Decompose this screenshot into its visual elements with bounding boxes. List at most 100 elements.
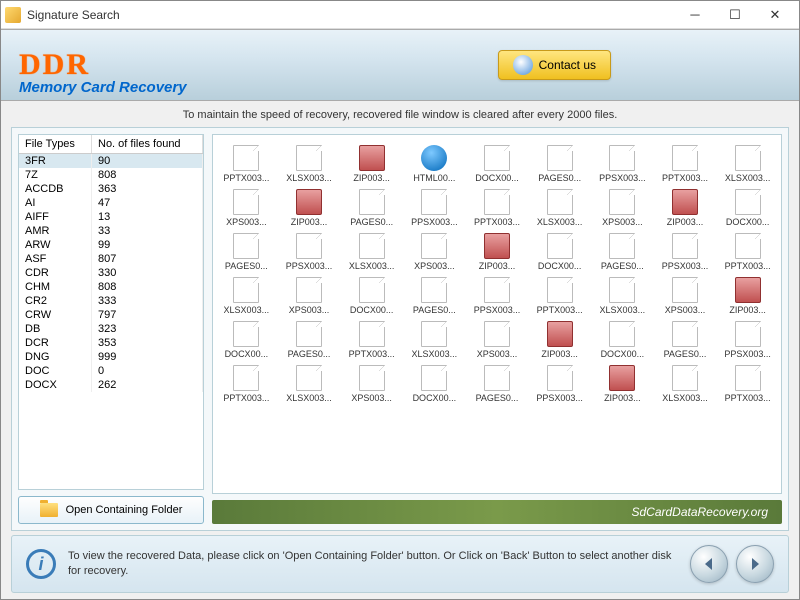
table-scroll[interactable]: File Types No. of files found 3FR907Z808…	[19, 135, 203, 489]
file-item[interactable]: ZIP003...	[656, 187, 715, 229]
file-item[interactable]: PPTX003...	[718, 363, 777, 405]
file-item[interactable]: XPS003...	[656, 275, 715, 317]
col-file-types[interactable]: File Types	[19, 135, 92, 154]
table-row[interactable]: DOC0	[19, 364, 203, 378]
file-item[interactable]: PAGES0...	[280, 319, 339, 361]
col-files-found[interactable]: No. of files found	[92, 135, 203, 154]
file-item[interactable]: PAGES0...	[656, 319, 715, 361]
file-name: XLSX003...	[600, 305, 646, 315]
table-row[interactable]: DCR353	[19, 336, 203, 350]
file-name: PPSX003...	[599, 173, 646, 183]
file-icon	[296, 365, 322, 391]
file-grid-panel[interactable]: PPTX003...XLSX003...ZIP003...HTML00...DO…	[212, 134, 782, 494]
file-icon	[609, 365, 635, 391]
file-name: PPTX003...	[662, 173, 708, 183]
file-icon	[735, 321, 761, 347]
file-item[interactable]: DOCX00...	[593, 319, 652, 361]
file-icon	[359, 145, 385, 171]
file-item[interactable]: DOCX00...	[217, 319, 276, 361]
table-row[interactable]: 3FR90	[19, 154, 203, 169]
file-item[interactable]: DOCX00...	[530, 231, 589, 273]
file-item[interactable]: PPTX003...	[217, 143, 276, 185]
table-row[interactable]: DB323	[19, 322, 203, 336]
file-item[interactable]: XPS003...	[468, 319, 527, 361]
file-item[interactable]: XLSX003...	[718, 143, 777, 185]
file-name: PPSX003...	[411, 217, 458, 227]
file-item[interactable]: PAGES0...	[530, 143, 589, 185]
file-item[interactable]: PPSX003...	[280, 231, 339, 273]
table-row[interactable]: CR2333	[19, 294, 203, 308]
file-item[interactable]: XPS003...	[342, 363, 401, 405]
file-item[interactable]: PAGES0...	[468, 363, 527, 405]
file-item[interactable]: XLSX003...	[656, 363, 715, 405]
file-item[interactable]: PPTX003...	[468, 187, 527, 229]
file-item[interactable]: DOCX00...	[718, 187, 777, 229]
file-item[interactable]: PPTX003...	[530, 275, 589, 317]
forward-arrow-icon	[747, 556, 763, 572]
maximize-button[interactable]: ☐	[715, 3, 755, 27]
open-containing-folder-button[interactable]: Open Containing Folder	[18, 496, 204, 524]
file-item[interactable]: PPSX003...	[468, 275, 527, 317]
table-row[interactable]: ACCDB363	[19, 182, 203, 196]
table-row[interactable]: DOCX262	[19, 378, 203, 392]
file-item[interactable]: XLSX003...	[217, 275, 276, 317]
table-row[interactable]: AIFF13	[19, 210, 203, 224]
file-icon	[672, 233, 698, 259]
file-item[interactable]: PAGES0...	[217, 231, 276, 273]
file-item[interactable]: PPTX003...	[718, 231, 777, 273]
file-item[interactable]: PPTX003...	[342, 319, 401, 361]
table-row[interactable]: AI47	[19, 196, 203, 210]
table-row[interactable]: ASF807	[19, 252, 203, 266]
back-button[interactable]	[690, 545, 728, 583]
file-item[interactable]: PPSX003...	[718, 319, 777, 361]
file-item[interactable]: PPTX003...	[217, 363, 276, 405]
file-item[interactable]: DOCX00...	[342, 275, 401, 317]
file-item[interactable]: PAGES0...	[593, 231, 652, 273]
info-icon: i	[26, 549, 56, 579]
file-name: XLSX003...	[725, 173, 771, 183]
file-item[interactable]: XLSX003...	[280, 143, 339, 185]
file-item[interactable]: XLSX003...	[593, 275, 652, 317]
file-item[interactable]: HTML00...	[405, 143, 464, 185]
file-item[interactable]: PAGES0...	[342, 187, 401, 229]
file-icon	[296, 189, 322, 215]
file-icon	[484, 145, 510, 171]
file-item[interactable]: XLSX003...	[342, 231, 401, 273]
table-row[interactable]: CHM808	[19, 280, 203, 294]
table-row[interactable]: CDR330	[19, 266, 203, 280]
minimize-button[interactable]: ─	[675, 3, 715, 27]
file-item[interactable]: PAGES0...	[405, 275, 464, 317]
file-name: XPS003...	[226, 217, 267, 227]
file-item[interactable]: XPS003...	[593, 187, 652, 229]
table-row[interactable]: AMR33	[19, 224, 203, 238]
file-item[interactable]: ZIP003...	[468, 231, 527, 273]
table-row[interactable]: DNG999	[19, 350, 203, 364]
file-name: PPSX003...	[286, 261, 333, 271]
file-item[interactable]: PPSX003...	[593, 143, 652, 185]
file-name: XLSX003...	[537, 217, 583, 227]
file-item[interactable]: PPSX003...	[656, 231, 715, 273]
file-item[interactable]: XLSX003...	[530, 187, 589, 229]
file-item[interactable]: DOCX00...	[405, 363, 464, 405]
table-row[interactable]: ARW99	[19, 238, 203, 252]
file-item[interactable]: ZIP003...	[718, 275, 777, 317]
file-item[interactable]: ZIP003...	[530, 319, 589, 361]
table-row[interactable]: CRW797	[19, 308, 203, 322]
forward-button[interactable]	[736, 545, 774, 583]
table-row[interactable]: 7Z808	[19, 168, 203, 182]
file-item[interactable]: ZIP003...	[280, 187, 339, 229]
file-item[interactable]: PPSX003...	[530, 363, 589, 405]
contact-button[interactable]: Contact us	[498, 50, 611, 80]
file-item[interactable]: DOCX00...	[468, 143, 527, 185]
file-item[interactable]: XPS003...	[280, 275, 339, 317]
file-item[interactable]: XPS003...	[405, 231, 464, 273]
file-item[interactable]: PPSX003...	[405, 187, 464, 229]
file-item[interactable]: XPS003...	[217, 187, 276, 229]
file-item[interactable]: PPTX003...	[656, 143, 715, 185]
close-button[interactable]: ✕	[755, 3, 795, 27]
file-item[interactable]: ZIP003...	[593, 363, 652, 405]
file-item[interactable]: XLSX003...	[405, 319, 464, 361]
file-icon	[296, 321, 322, 347]
file-item[interactable]: XLSX003...	[280, 363, 339, 405]
file-item[interactable]: ZIP003...	[342, 143, 401, 185]
